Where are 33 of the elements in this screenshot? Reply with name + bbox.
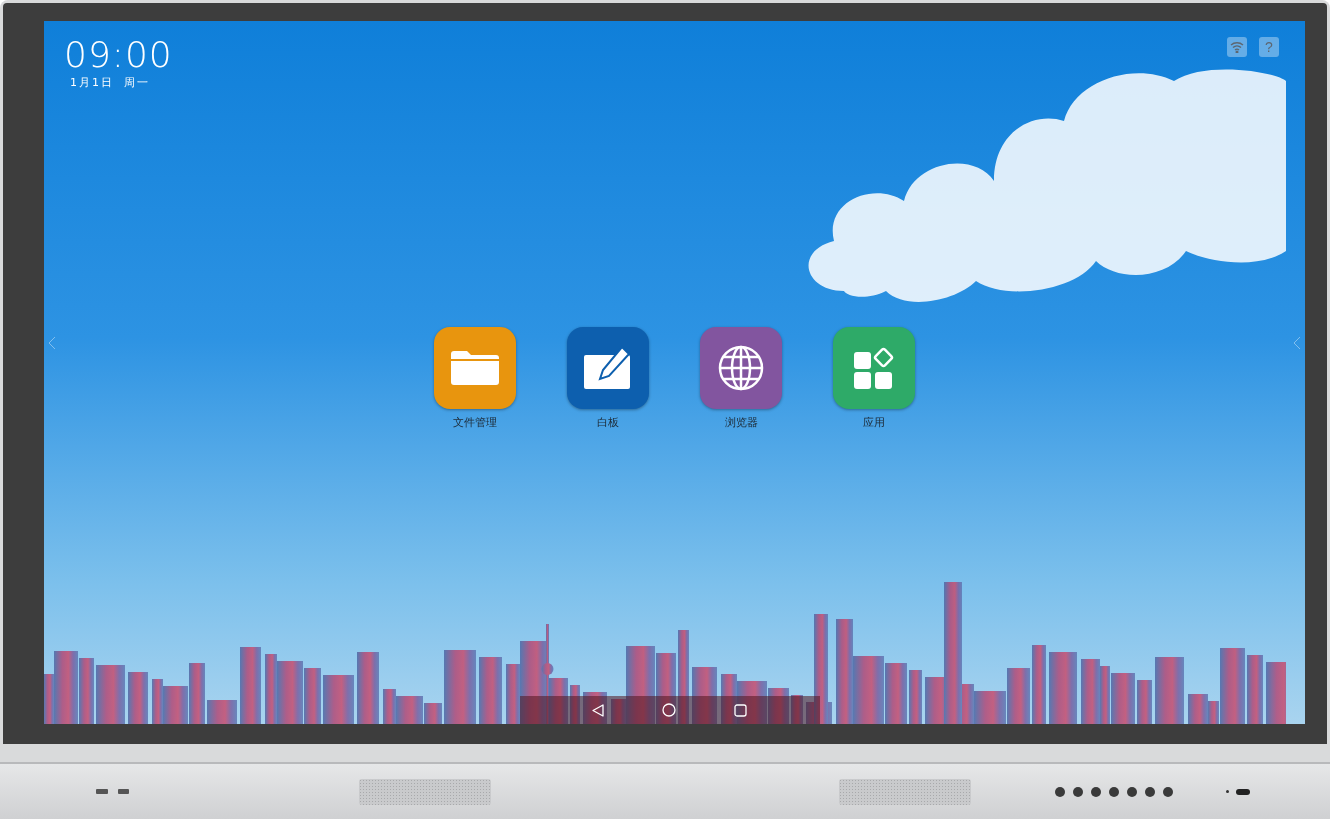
hardware-button[interactable]	[1162, 786, 1173, 797]
globe-icon	[717, 344, 765, 392]
app-grid-icon	[852, 346, 896, 390]
wifi-icon	[1230, 41, 1244, 53]
app-icon-button[interactable]	[434, 327, 516, 409]
usb-port	[117, 789, 130, 794]
recents-icon	[734, 703, 747, 717]
app-label: 文件管理	[453, 415, 497, 430]
app-label: 浏览器	[724, 415, 758, 430]
app-label: 白板	[597, 415, 619, 430]
recents-button[interactable]	[734, 703, 747, 717]
hardware-button[interactable]	[1108, 786, 1119, 797]
hardware-button[interactable]	[1126, 786, 1137, 797]
clock-time: 09:00	[64, 35, 173, 75]
usb-port	[96, 789, 108, 794]
app-icon-button[interactable]	[567, 327, 649, 409]
back-icon	[592, 703, 604, 717]
home-button[interactable]	[662, 703, 676, 717]
app-icon-button[interactable]	[700, 327, 782, 409]
indicator-light	[1225, 790, 1229, 793]
app-label: 应用	[863, 415, 885, 430]
hardware-button[interactable]	[1054, 786, 1065, 797]
hardware-button[interactable]	[1090, 786, 1101, 797]
help-button[interactable]: ?	[1259, 37, 1279, 57]
clock-date: 1月1日	[70, 75, 114, 90]
back-button[interactable]	[592, 703, 604, 717]
home-icon	[662, 703, 676, 717]
clock-weekday: 周一	[124, 75, 150, 90]
folder-icon	[449, 350, 501, 386]
hardware-button[interactable]	[1144, 786, 1155, 797]
app-icon-button[interactable]	[833, 327, 915, 409]
hardware-button[interactable]	[1072, 786, 1083, 797]
power-button[interactable]	[1236, 788, 1250, 795]
